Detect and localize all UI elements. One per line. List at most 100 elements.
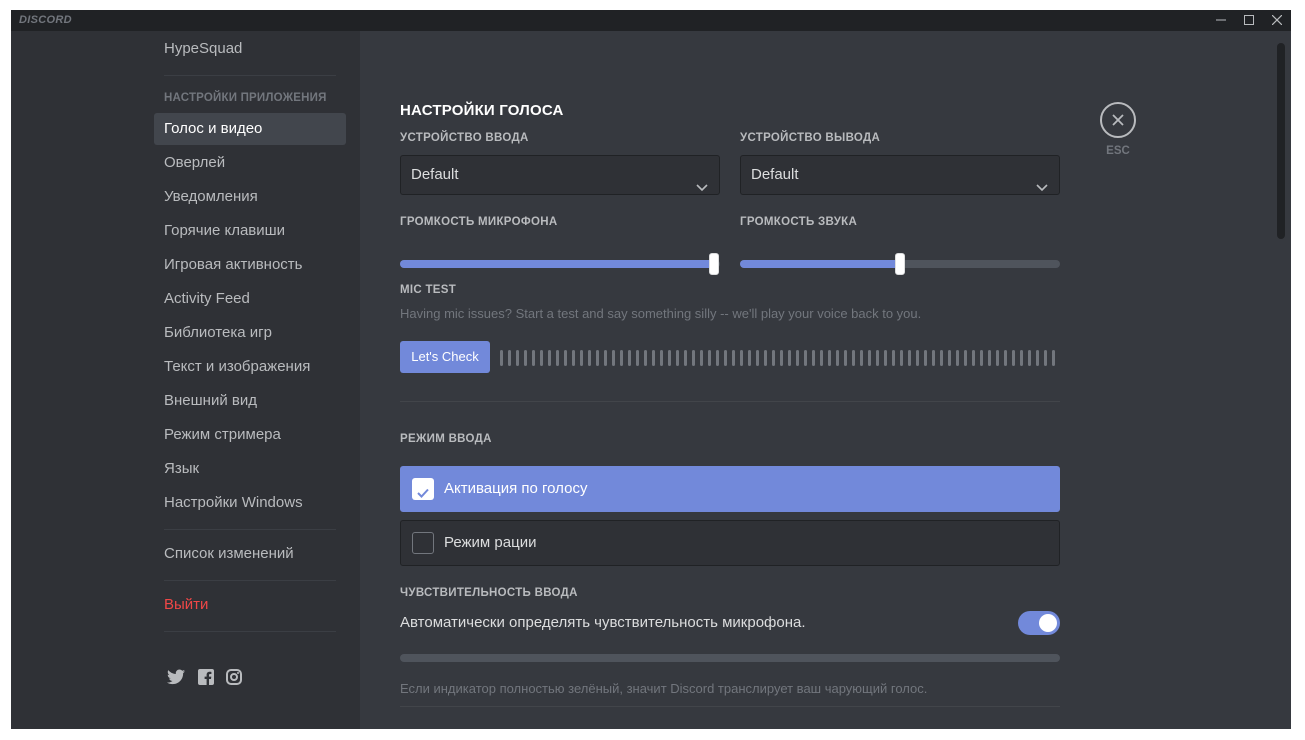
app-logo: DISCORD xyxy=(19,14,72,26)
sidebar-item-overlay[interactable]: Оверлей xyxy=(154,147,346,179)
meter-tick xyxy=(676,350,679,366)
meter-tick xyxy=(900,350,903,366)
meter-tick xyxy=(972,350,975,366)
meter-tick xyxy=(964,350,967,366)
sidebar-item-appearance[interactable]: Внешний вид xyxy=(154,385,346,417)
input-device-value: Default xyxy=(411,166,459,183)
input-sensitivity-label: ЧУВСТВИТЕЛЬНОСТЬ ВВОДА xyxy=(400,587,578,599)
meter-tick xyxy=(548,350,551,366)
sidebar-item-game-library[interactable]: Библиотека игр xyxy=(154,317,346,349)
sidebar-item-game-activity[interactable]: Игровая активность xyxy=(154,249,346,281)
meter-tick xyxy=(836,350,839,366)
mic-volume-label: ГРОМКОСТЬ МИКРОФОНА xyxy=(400,216,558,228)
input-device-label: УСТРОЙСТВО ВВОДА xyxy=(400,132,529,144)
meter-tick xyxy=(524,350,527,366)
meter-tick xyxy=(876,350,879,366)
logout-button[interactable]: Выйти xyxy=(154,589,346,621)
meter-tick xyxy=(668,350,671,366)
mic-volume-fill xyxy=(400,260,714,268)
sidebar-divider xyxy=(164,580,336,581)
voice-activity-label: Активация по голосу xyxy=(444,480,588,497)
meter-tick xyxy=(708,350,711,366)
meter-tick xyxy=(772,350,775,366)
sidebar-divider xyxy=(164,75,336,76)
settings-content: НАСТРОЙКИ ГОЛОСА УСТРОЙСТВО ВВОДА Defaul… xyxy=(360,31,1291,729)
sidebar-item-text-images[interactable]: Текст и изображения xyxy=(154,351,346,383)
meter-tick xyxy=(612,350,615,366)
meter-tick xyxy=(572,350,575,366)
sidebar-divider xyxy=(164,529,336,530)
twitter-icon[interactable] xyxy=(167,669,185,690)
output-volume-handle[interactable] xyxy=(895,253,905,275)
meter-tick xyxy=(532,350,535,366)
sidebar-section-header: НАСТРОЙКИ ПРИЛОЖЕНИЯ xyxy=(164,92,327,104)
toggle-knob xyxy=(1039,614,1057,632)
section-divider xyxy=(400,706,1060,707)
close-settings-button[interactable] xyxy=(1100,102,1136,138)
meter-tick xyxy=(1028,350,1031,366)
meter-tick xyxy=(724,350,727,366)
meter-tick xyxy=(764,350,767,366)
checkbox-unchecked xyxy=(412,532,434,554)
sidebar-divider xyxy=(164,631,336,632)
meter-tick xyxy=(500,350,503,366)
lets-check-button[interactable]: Let's Check xyxy=(400,341,490,373)
sidebar-item-voice-video[interactable]: Голос и видео xyxy=(154,113,346,145)
meter-tick xyxy=(892,350,895,366)
sidebar-item-streamer-mode[interactable]: Режим стримера xyxy=(154,419,346,451)
meter-tick xyxy=(924,350,927,366)
page-title: НАСТРОЙКИ ГОЛОСА xyxy=(400,102,564,119)
chevron-down-icon xyxy=(695,169,709,207)
meter-tick xyxy=(660,350,663,366)
sensitivity-hint: Если индикатор полностью зелёный, значит… xyxy=(400,681,928,696)
output-device-select[interactable]: Default xyxy=(740,155,1060,195)
meter-tick xyxy=(804,350,807,366)
meter-tick xyxy=(620,350,623,366)
facebook-icon[interactable] xyxy=(198,669,214,690)
sidebar-item-changelog[interactable]: Список изменений xyxy=(154,538,346,570)
minimize-icon[interactable] xyxy=(1207,10,1235,31)
sidebar-item-keybinds[interactable]: Горячие клавиши xyxy=(154,215,346,247)
meter-tick xyxy=(564,350,567,366)
meter-tick xyxy=(948,350,951,366)
checkbox-checked xyxy=(412,478,434,500)
section-divider xyxy=(400,401,1060,402)
input-device-select[interactable]: Default xyxy=(400,155,720,195)
sidebar-item-notifications[interactable]: Уведомления xyxy=(154,181,346,213)
meter-tick xyxy=(652,350,655,366)
settings-sidebar: HypeSquad НАСТРОЙКИ ПРИЛОЖЕНИЯ Голос и в… xyxy=(11,31,360,729)
esc-label: ESC xyxy=(1106,145,1130,157)
meter-tick xyxy=(828,350,831,366)
meter-tick xyxy=(516,350,519,366)
sensitivity-meter xyxy=(400,654,1060,662)
sidebar-item-windows-settings[interactable]: Настройки Windows xyxy=(154,487,346,519)
sidebar-item-language[interactable]: Язык xyxy=(154,453,346,485)
push-to-talk-option[interactable]: Режим рации xyxy=(400,520,1060,566)
maximize-icon[interactable] xyxy=(1235,10,1263,31)
push-to-talk-label: Режим рации xyxy=(444,534,537,551)
auto-sensitivity-toggle[interactable] xyxy=(1018,611,1060,635)
instagram-icon[interactable] xyxy=(226,669,242,690)
meter-tick xyxy=(796,350,799,366)
meter-tick xyxy=(756,350,759,366)
mic-test-label: MIC TEST xyxy=(400,284,457,296)
meter-tick xyxy=(700,350,703,366)
meter-tick xyxy=(884,350,887,366)
meter-tick xyxy=(852,350,855,366)
mic-volume-handle[interactable] xyxy=(708,253,719,275)
meter-tick xyxy=(844,350,847,366)
scrollbar[interactable] xyxy=(1277,43,1285,239)
sidebar-item-activity-feed[interactable]: Activity Feed xyxy=(154,283,346,315)
mic-volume-slider[interactable] xyxy=(400,253,720,275)
meter-tick xyxy=(596,350,599,366)
meter-tick xyxy=(692,350,695,366)
meter-tick xyxy=(916,350,919,366)
meter-tick xyxy=(868,350,871,366)
voice-activity-option[interactable]: Активация по голосу xyxy=(400,466,1060,512)
sidebar-item-hypesquad[interactable]: HypeSquad xyxy=(154,33,346,65)
output-volume-label: ГРОМКОСТЬ ЗВУКА xyxy=(740,216,858,228)
output-volume-fill xyxy=(740,260,900,268)
output-volume-slider[interactable] xyxy=(740,253,1060,275)
meter-tick xyxy=(932,350,935,366)
close-icon[interactable] xyxy=(1263,10,1291,31)
